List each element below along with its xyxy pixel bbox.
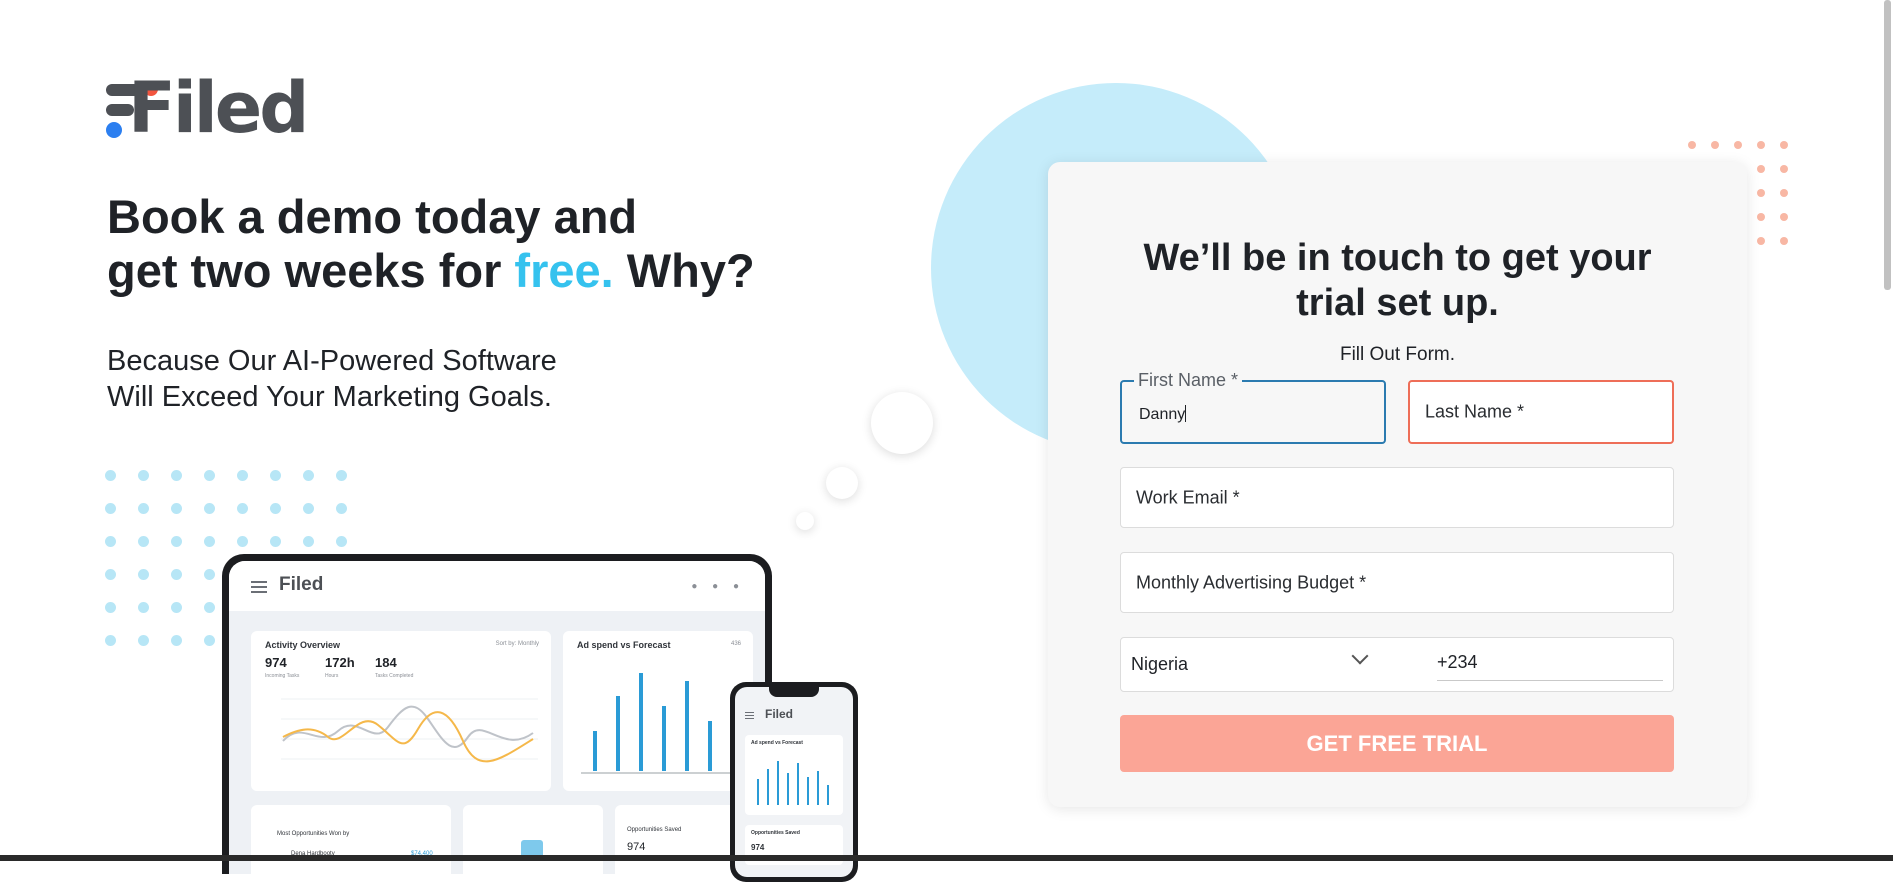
- first-name-field[interactable]: First Name * Danny: [1120, 370, 1386, 444]
- decorative-bubble: [826, 467, 858, 499]
- laptop-screen: Filed ● ● ● Activity Overview Sort by: M…: [229, 561, 765, 874]
- filed-logo[interactable]: Filed: [106, 68, 309, 148]
- dial-code: +234: [1437, 652, 1478, 672]
- window-bottom-edge: [0, 855, 1893, 861]
- monthly-budget-placeholder: Monthly Advertising Budget *: [1136, 572, 1367, 592]
- mockup-logo: Filed: [765, 707, 794, 721]
- decorative-bubble: [796, 512, 814, 530]
- ad-spend-bar-chart: [581, 673, 746, 774]
- laptop-mockup: Filed ● ● ● Activity Overview Sort by: M…: [222, 554, 772, 874]
- card-sort: Sort by: Monthly: [495, 641, 539, 647]
- subhead-line-2: Will Exceed Your Marketing Goals.: [107, 381, 552, 413]
- card-title: Opportunities Saved: [751, 830, 800, 836]
- opportunities-card: Most Opportunities Won by Dena Hardbooty…: [251, 805, 451, 874]
- last-name-field[interactable]: Last Name *: [1408, 380, 1674, 444]
- work-email-field[interactable]: Work Email *: [1120, 467, 1674, 528]
- hero-subhead: Because Our AI-Powered Software Will Exc…: [107, 343, 557, 415]
- card-title: Most Opportunities Won by: [277, 831, 350, 837]
- ad-spend-card: Ad spend vs Forecast: [745, 735, 843, 815]
- hero-headline: Book a demo today and get two weeks for …: [107, 190, 755, 298]
- mockup-logo: Filed: [279, 574, 324, 595]
- headline-line-1: Book a demo today and: [107, 190, 638, 243]
- stat-value: 184: [375, 655, 397, 670]
- phone-notch: [769, 687, 819, 697]
- phone-mockup: Filed Ad spend vs Forecast Opportunities…: [730, 682, 858, 882]
- stat-value: 974: [265, 655, 287, 670]
- subhead-line-1: Because Our AI-Powered Software: [107, 345, 557, 377]
- card-title: Ad spend vs Forecast: [751, 740, 803, 746]
- stat-label: Incoming Tasks: [265, 673, 300, 679]
- phone-number-input[interactable]: +234: [1437, 646, 1663, 681]
- card-badge: 436: [730, 641, 741, 647]
- card-title: Opportunities Saved: [627, 827, 682, 833]
- logo-text: Filed: [128, 67, 309, 149]
- stat-label: Tasks Completed: [375, 673, 414, 679]
- card-value: 974: [751, 843, 765, 852]
- message-card: [463, 805, 603, 874]
- menu-icon: [251, 581, 267, 583]
- text-cursor: [1185, 405, 1187, 422]
- form-heading-line-2: trial set up.: [1296, 282, 1499, 324]
- headline-line-2-pre: get two weeks for: [107, 244, 515, 297]
- get-free-trial-button[interactable]: GET FREE TRIAL: [1120, 715, 1674, 772]
- stat-value: 172h: [325, 655, 355, 670]
- mockup-topbar: Filed ● ● ●: [229, 561, 765, 611]
- ad-spend-card: Ad spend vs Forecast 436: [563, 631, 753, 791]
- ad-spend-bar-chart: [757, 761, 829, 805]
- first-name-label: First Name *: [1134, 370, 1243, 391]
- work-email-placeholder: Work Email *: [1136, 487, 1240, 507]
- chevron-down-icon[interactable]: [1351, 647, 1369, 665]
- first-name-value: Danny: [1139, 405, 1187, 423]
- stat-label: Hours: [325, 673, 339, 679]
- last-name-placeholder: Last Name *: [1425, 401, 1525, 422]
- menu-icon: [745, 712, 754, 713]
- card-title: Ad spend vs Forecast: [577, 640, 671, 650]
- page-scrollbar[interactable]: [1884, 0, 1891, 290]
- form-subtitle: Fill Out Form.: [1339, 344, 1456, 365]
- logo-dot-blue: [106, 122, 122, 138]
- headline-accent-free: free.: [514, 244, 614, 297]
- card-title: Activity Overview: [265, 640, 341, 650]
- phone-screen: Filed Ad spend vs Forecast Opportunities…: [735, 687, 853, 877]
- card-value: 974: [627, 841, 646, 853]
- country-select[interactable]: Nigeria: [1131, 654, 1188, 675]
- activity-line-chart: [281, 698, 538, 763]
- trial-form-card: We’ll be in touch to get your trial set …: [1048, 162, 1747, 807]
- mockup-toolbar-icons: ● ● ●: [691, 581, 745, 592]
- activity-overview-card: Activity Overview Sort by: Monthly 974 I…: [251, 631, 551, 791]
- decorative-bubble: [871, 392, 933, 454]
- form-heading-line-1: We’ll be in touch to get your: [1143, 237, 1652, 279]
- phone-row: Nigeria +234: [1120, 637, 1674, 692]
- form-heading: We’ll be in touch to get your trial set …: [1048, 236, 1747, 326]
- headline-line-2-post: Why?: [613, 244, 755, 297]
- monthly-budget-field[interactable]: Monthly Advertising Budget *: [1120, 552, 1674, 613]
